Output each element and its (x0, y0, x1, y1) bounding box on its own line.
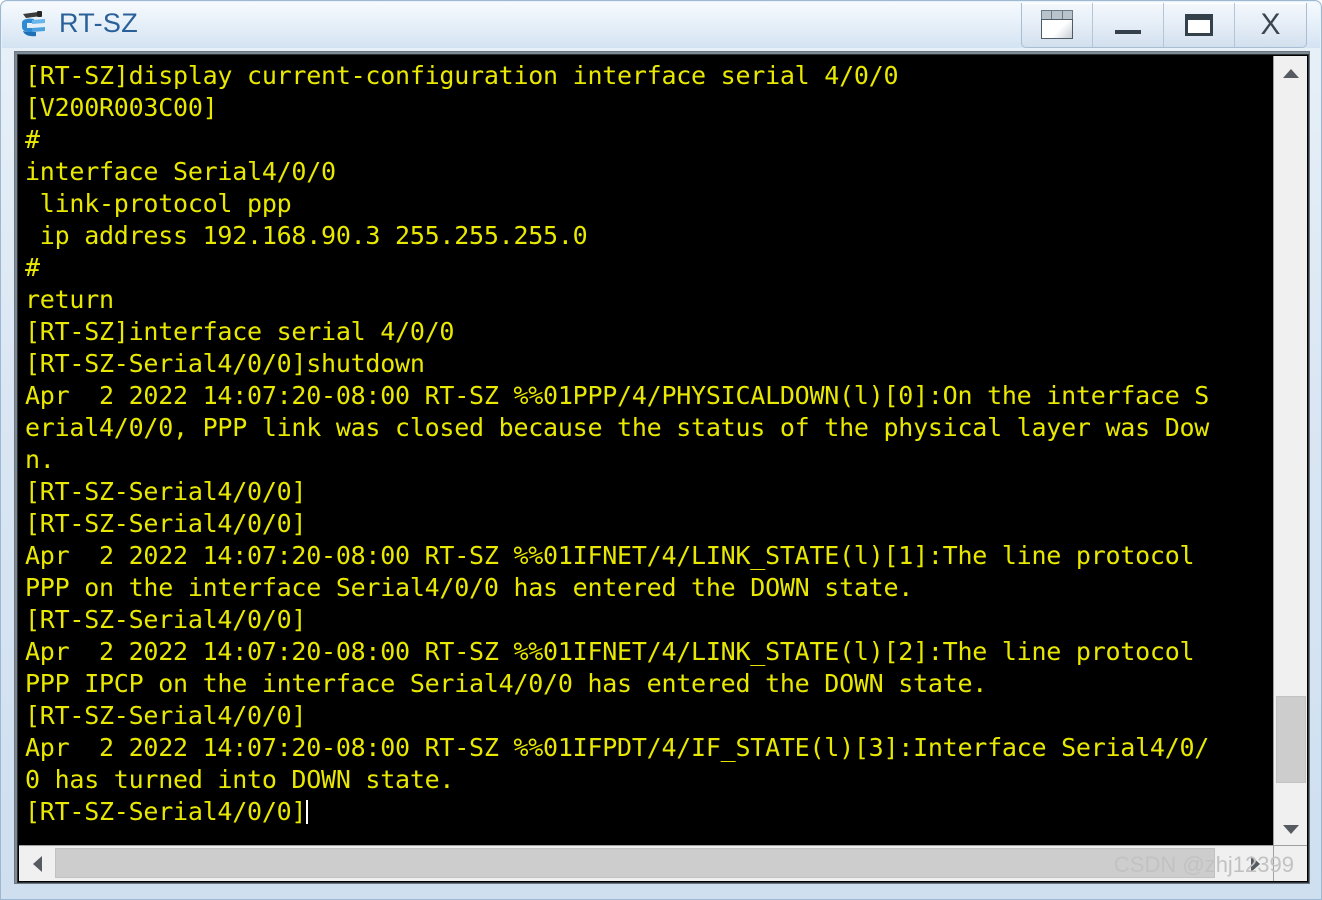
terminal-line: Apr 2 2022 14:07:20-08:00 RT-SZ %%01PPP/… (25, 381, 1210, 410)
terminal-line: PPP on the interface Serial4/0/0 has ent… (25, 573, 914, 602)
scroll-up-button[interactable] (1274, 56, 1307, 90)
scrollbar-corner (1273, 845, 1307, 881)
terminal-line: # (25, 125, 40, 154)
terminal-line: ip address 192.168.90.3 255.255.255.0 (25, 221, 588, 250)
minimize-icon (1115, 30, 1141, 34)
terminal-line: n. (25, 445, 55, 474)
text-cursor (306, 800, 309, 824)
terminal-sunken-panel: [RT-SZ]display current-configuration int… (17, 54, 1309, 883)
terminal-line: [RT-SZ]interface serial 4/0/0 (25, 317, 455, 346)
terminal-line: Apr 2 2022 14:07:20-08:00 RT-SZ %%01IFNE… (25, 541, 1195, 570)
terminal-line: [RT-SZ-Serial4/0/0]shutdown (25, 349, 425, 378)
application-window: RT-SZ X [RT-SZ]display current-configura… (0, 0, 1322, 900)
terminal-line: Apr 2 2022 14:07:20-08:00 RT-SZ %%01IFPD… (25, 733, 1210, 762)
terminal-line: [RT-SZ-Serial4/0/0] (25, 797, 309, 826)
window-stack-icon (1037, 10, 1077, 40)
terminal-line: Apr 2 2022 14:07:20-08:00 RT-SZ %%01IFNE… (25, 637, 1195, 666)
close-button[interactable]: X (1235, 3, 1306, 47)
scroll-down-button[interactable] (1274, 812, 1307, 846)
horizontal-scrollbar[interactable] (19, 845, 1273, 881)
terminal-line: [V200R003C00] (25, 93, 218, 122)
terminal-frame: [RT-SZ]display current-configuration int… (14, 51, 1310, 884)
chevron-down-icon (1282, 824, 1299, 834)
terminal-line: return (25, 285, 114, 314)
maximize-icon (1185, 14, 1213, 36)
chevron-right-icon (1250, 855, 1260, 872)
terminal-line: PPP IPCP on the interface Serial4/0/0 ha… (25, 669, 988, 698)
terminal-line: interface Serial4/0/0 (25, 157, 336, 186)
window-controls: X (1021, 3, 1307, 48)
maximize-button[interactable] (1164, 3, 1235, 47)
chevron-left-icon (32, 855, 42, 872)
terminal-line: [RT-SZ-Serial4/0/0] (25, 509, 307, 538)
minimize-button[interactable] (1093, 3, 1164, 47)
vertical-scrollbar[interactable] (1273, 56, 1307, 846)
horizontal-scrollbar-thumb[interactable] (55, 848, 1215, 878)
terminal-line: [RT-SZ-Serial4/0/0] (25, 605, 307, 634)
close-icon: X (1260, 8, 1281, 41)
terminal-line: [RT-SZ]display current-configuration int… (25, 61, 899, 90)
terminal-line: [RT-SZ-Serial4/0/0] (25, 477, 307, 506)
terminal-line: [RT-SZ-Serial4/0/0] (25, 701, 307, 730)
terminal-line: link-protocol ppp (25, 189, 292, 218)
terminal-line: # (25, 253, 40, 282)
restore-window-button[interactable] (1022, 3, 1093, 47)
titlebar[interactable]: RT-SZ X (1, 1, 1321, 49)
chevron-up-icon (1282, 68, 1299, 78)
scroll-left-button[interactable] (19, 846, 55, 881)
terminal-line: erial4/0/0, PPP link was closed because … (25, 413, 1210, 442)
terminal-output: [RT-SZ]display current-configuration int… (25, 60, 1273, 828)
scroll-right-button[interactable] (1237, 846, 1273, 881)
terminal-line: 0 has turned into DOWN state. (25, 765, 455, 794)
router-device-icon (18, 9, 52, 41)
terminal-console[interactable]: [RT-SZ]display current-configuration int… (19, 56, 1273, 846)
vertical-scrollbar-thumb[interactable] (1276, 696, 1306, 784)
window-title: RT-SZ (59, 8, 139, 38)
